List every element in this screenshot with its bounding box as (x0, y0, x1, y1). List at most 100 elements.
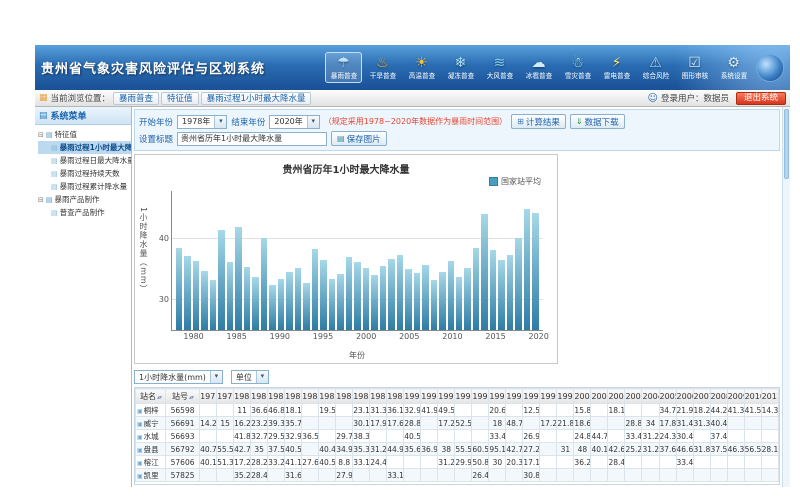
header-year[interactable]: 1980 (234, 389, 251, 404)
nav-risk[interactable]: ⚠综合风险 (637, 52, 674, 83)
header-station-name[interactable]: 站名▴▾ (136, 389, 166, 404)
header-year[interactable]: 1990 (404, 389, 421, 404)
breadcrumb-item[interactable]: 特征值 (161, 92, 199, 105)
bar-1984[interactable] (227, 262, 233, 330)
bar-1986[interactable] (244, 267, 250, 330)
bar-1985[interactable] (235, 227, 241, 330)
bar-1988[interactable] (261, 238, 267, 330)
header-year[interactable]: 1997 (523, 389, 540, 404)
bar-2005[interactable] (405, 269, 411, 330)
table-row[interactable]: ▣威宁5669114.21516.223.239.335.730.117.917… (136, 417, 781, 430)
scrollbar-thumb[interactable] (784, 109, 789, 179)
nav-snow[interactable]: ☃雪灾普查 (559, 52, 596, 83)
header-year[interactable]: 2000 (574, 389, 591, 404)
bar-1993[interactable] (303, 283, 309, 330)
bar-1980[interactable] (193, 261, 199, 330)
bar-2012[interactable] (464, 268, 470, 330)
bar-1999[interactable] (354, 262, 360, 330)
header-year[interactable]: 2008 (710, 389, 727, 404)
tree-folder[interactable]: ⊟▤暴雨产品制作 (38, 193, 131, 206)
bar-1994[interactable] (312, 249, 318, 330)
nav-wind[interactable]: ≋大风普查 (481, 52, 518, 83)
header-year[interactable]: 1985 (319, 389, 336, 404)
bar-1979[interactable] (184, 256, 190, 330)
header-year[interactable]: 2002 (608, 389, 625, 404)
header-year[interactable]: 2001 (591, 389, 608, 404)
header-year[interactable]: 2007 (693, 389, 710, 404)
end-year-select[interactable]: 2020年 ▾ (269, 115, 319, 129)
nav-hail[interactable]: ☁冰雹普查 (520, 52, 557, 83)
logout-button[interactable]: 退出系统 (736, 92, 786, 105)
bar-2007[interactable] (422, 265, 428, 330)
header-year[interactable]: 1996 (506, 389, 523, 404)
bar-1991[interactable] (286, 272, 292, 330)
save-image-button[interactable]: ▤ 保存图片 (331, 131, 387, 146)
bar-2016[interactable] (498, 260, 504, 330)
breadcrumb-item[interactable]: 暴雨过程1小时最大降水量 (201, 92, 312, 105)
bar-2020[interactable] (532, 213, 538, 330)
bar-2009[interactable] (439, 272, 445, 330)
start-year-select[interactable]: 1978年 ▾ (177, 115, 227, 129)
bar-2008[interactable] (431, 280, 437, 330)
header-year[interactable]: 1983 (285, 389, 302, 404)
header-year[interactable]: 1981 (251, 389, 268, 404)
bar-1981[interactable] (201, 271, 207, 330)
header-year[interactable]: 2005 (659, 389, 676, 404)
header-year[interactable]: 2010 (744, 389, 761, 404)
bar-1989[interactable] (269, 285, 275, 330)
bar-2018[interactable] (515, 238, 521, 330)
bar-2003[interactable] (388, 259, 394, 330)
table-row[interactable]: ▣盘县5679240.755.542.73537.540.540.434.935… (136, 443, 781, 456)
tree-item[interactable]: ▤暴雨过程累计降水量 (38, 180, 131, 193)
bar-2002[interactable] (380, 266, 386, 330)
bar-1992[interactable] (295, 268, 301, 330)
bar-2019[interactable] (524, 209, 530, 330)
nav-freeze[interactable]: ❄凝冻普查 (442, 52, 479, 83)
header-year[interactable]: 1991 (421, 389, 438, 404)
header-year[interactable]: 2012 (778, 389, 780, 404)
download-button[interactable]: ⇓ 数据下载 (570, 114, 625, 129)
expander-icon[interactable]: ⊟ (38, 131, 44, 139)
expander-icon[interactable]: ⊟ (38, 196, 44, 204)
bar-2014[interactable] (481, 214, 487, 330)
nav-heat[interactable]: ☀高温普查 (403, 52, 440, 83)
bar-1978[interactable] (176, 248, 182, 330)
bar-2013[interactable] (473, 248, 479, 330)
nav-review[interactable]: ☑图形审核 (676, 52, 713, 83)
bar-1982[interactable] (210, 280, 216, 330)
bar-2001[interactable] (371, 275, 377, 330)
bar-2000[interactable] (363, 268, 369, 330)
header-year[interactable]: 1982 (268, 389, 285, 404)
header-year[interactable]: 1979 (217, 389, 234, 404)
breadcrumb-item[interactable]: 暴雨普查 (113, 92, 159, 105)
chart-title-input[interactable] (177, 132, 327, 146)
tree-item[interactable]: ▤普查产品制作 (38, 206, 131, 219)
header-year[interactable]: 1989 (387, 389, 404, 404)
tree-item[interactable]: ▤暴雨过程持续天数 (38, 167, 131, 180)
header-year[interactable]: 1988 (370, 389, 387, 404)
vertical-scrollbar[interactable] (782, 107, 790, 487)
bar-1996[interactable] (329, 279, 335, 330)
header-year[interactable]: 1993 (455, 389, 472, 404)
table-row[interactable]: ▣水城5669341.832.729.532.936.529.738.340.5… (136, 430, 781, 443)
bar-2010[interactable] (448, 261, 454, 330)
nav-drought[interactable]: ♨干旱普查 (364, 52, 401, 83)
sort-icons[interactable]: ▴▾ (157, 394, 161, 401)
metric-select[interactable]: 1小时降水量(mm) ▾ (134, 370, 223, 384)
bar-2004[interactable] (397, 255, 403, 330)
header-year[interactable]: 2011 (761, 389, 778, 404)
header-year[interactable]: 2003 (625, 389, 642, 404)
bar-1990[interactable] (278, 279, 284, 330)
tree-folder[interactable]: ⊟▤特征值 (38, 128, 131, 141)
bar-1983[interactable] (218, 230, 224, 330)
bar-2006[interactable] (414, 273, 420, 330)
header-year[interactable]: 1978 (200, 389, 217, 404)
bar-2015[interactable] (490, 250, 496, 330)
bar-2017[interactable] (507, 255, 513, 330)
bar-1998[interactable] (346, 257, 352, 330)
nav-rain[interactable]: ☂暴雨普查 (325, 52, 362, 83)
sort-icons[interactable]: ▴▾ (189, 394, 193, 401)
table-row[interactable]: ▣榕江5760640.151.317.228.233.241.127.640.5… (136, 456, 781, 469)
header-year[interactable]: 2006 (676, 389, 693, 404)
bar-1987[interactable] (252, 277, 258, 330)
